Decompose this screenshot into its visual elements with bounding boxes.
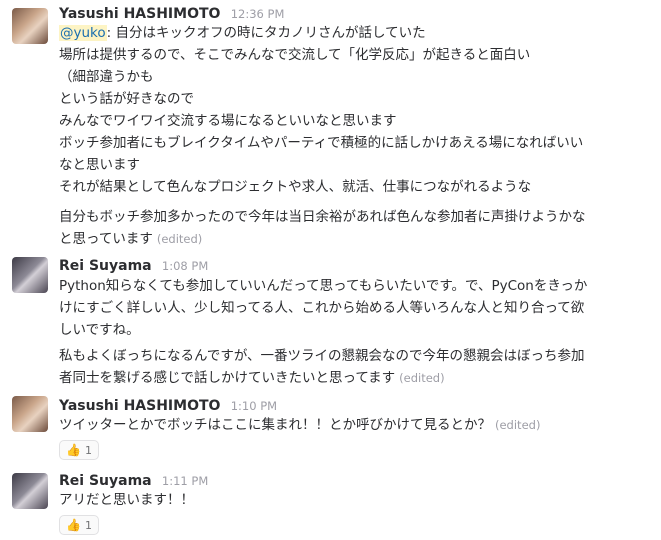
avatar-rei[interactable]: [12, 473, 48, 509]
edited-label: (edited): [399, 371, 445, 385]
message-line: という話が好きなので: [59, 91, 194, 107]
message-line: なと思います: [59, 157, 140, 173]
thumbs-up-icon: 👍: [66, 518, 81, 532]
message-line: けにすごく詳しい人、少し知ってる人、これから始める人等いろんな人と知り合って欲: [59, 300, 585, 316]
avatar-rei[interactable]: [12, 257, 48, 293]
timestamp[interactable]: 1:08 PM: [162, 259, 208, 273]
thumbs-up-icon: 👍: [66, 443, 81, 457]
edited-label: (edited): [495, 418, 541, 432]
timestamp[interactable]: 12:36 PM: [231, 7, 285, 21]
edited-label: (edited): [156, 232, 203, 246]
reaction-thumbs-up[interactable]: 👍 1: [59, 440, 99, 460]
timestamp[interactable]: 1:10 PM: [231, 399, 277, 413]
message-line: （細部違うかも: [59, 69, 154, 85]
message-line: 者同士を繋げる感じで話しかけていきたいと思ってます (edited): [59, 370, 445, 386]
message-line: しいですね。: [59, 322, 140, 338]
reaction-count: 1: [84, 443, 92, 457]
user-mention[interactable]: @yuko: [59, 25, 107, 41]
author-name[interactable]: Yasushi HASHIMOTO: [59, 6, 220, 22]
message-line: Python知らなくても参加していいんだって思ってもらいたいです。で、PyCon…: [59, 278, 588, 294]
message-line: ツイッターとかでボッチはここに集まれ！！とか呼びかけて見るとか？ (edited): [59, 417, 541, 433]
author-name[interactable]: Rei Suyama: [59, 473, 152, 489]
message-line: 私もよくぼっちになるんですが、一番ツライの懇親会なので今年の懇親会はぼっち参加: [59, 348, 585, 364]
author-name[interactable]: Yasushi HASHIMOTO: [59, 398, 220, 414]
timestamp[interactable]: 1:11 PM: [162, 474, 208, 488]
author-name[interactable]: Rei Suyama: [59, 258, 152, 274]
avatar-yasushi[interactable]: [12, 8, 48, 44]
message-line: アリだと思います！！: [59, 492, 194, 508]
message-line: 自分もボッチ参加多かったので今年は当日余裕があれば色んな参加者に声掛けようかな: [59, 209, 586, 225]
message-line: それが結果として色んなプロジェクトや求人、就活、仕事につながれるような: [59, 179, 532, 195]
avatar-yasushi[interactable]: [12, 396, 48, 432]
message-line: 場所は提供するので、そこでみんなで交流して「化学反応」が起きると面白い: [59, 47, 531, 63]
message-line: @yuko: 自分はキックオフの時にタカノリさんが話していた: [59, 25, 426, 41]
message-line: ボッチ参加者にもブレイクタイムやパーティで積極的に話しかけあえる場になればいい: [59, 135, 584, 151]
reaction-count: 1: [84, 518, 92, 532]
message-line: みんなでワイワイ交流する場になるといいなと思います: [59, 113, 397, 129]
message-line: と思っています (edited): [59, 231, 203, 247]
reaction-thumbs-up[interactable]: 👍 1: [59, 515, 99, 535]
